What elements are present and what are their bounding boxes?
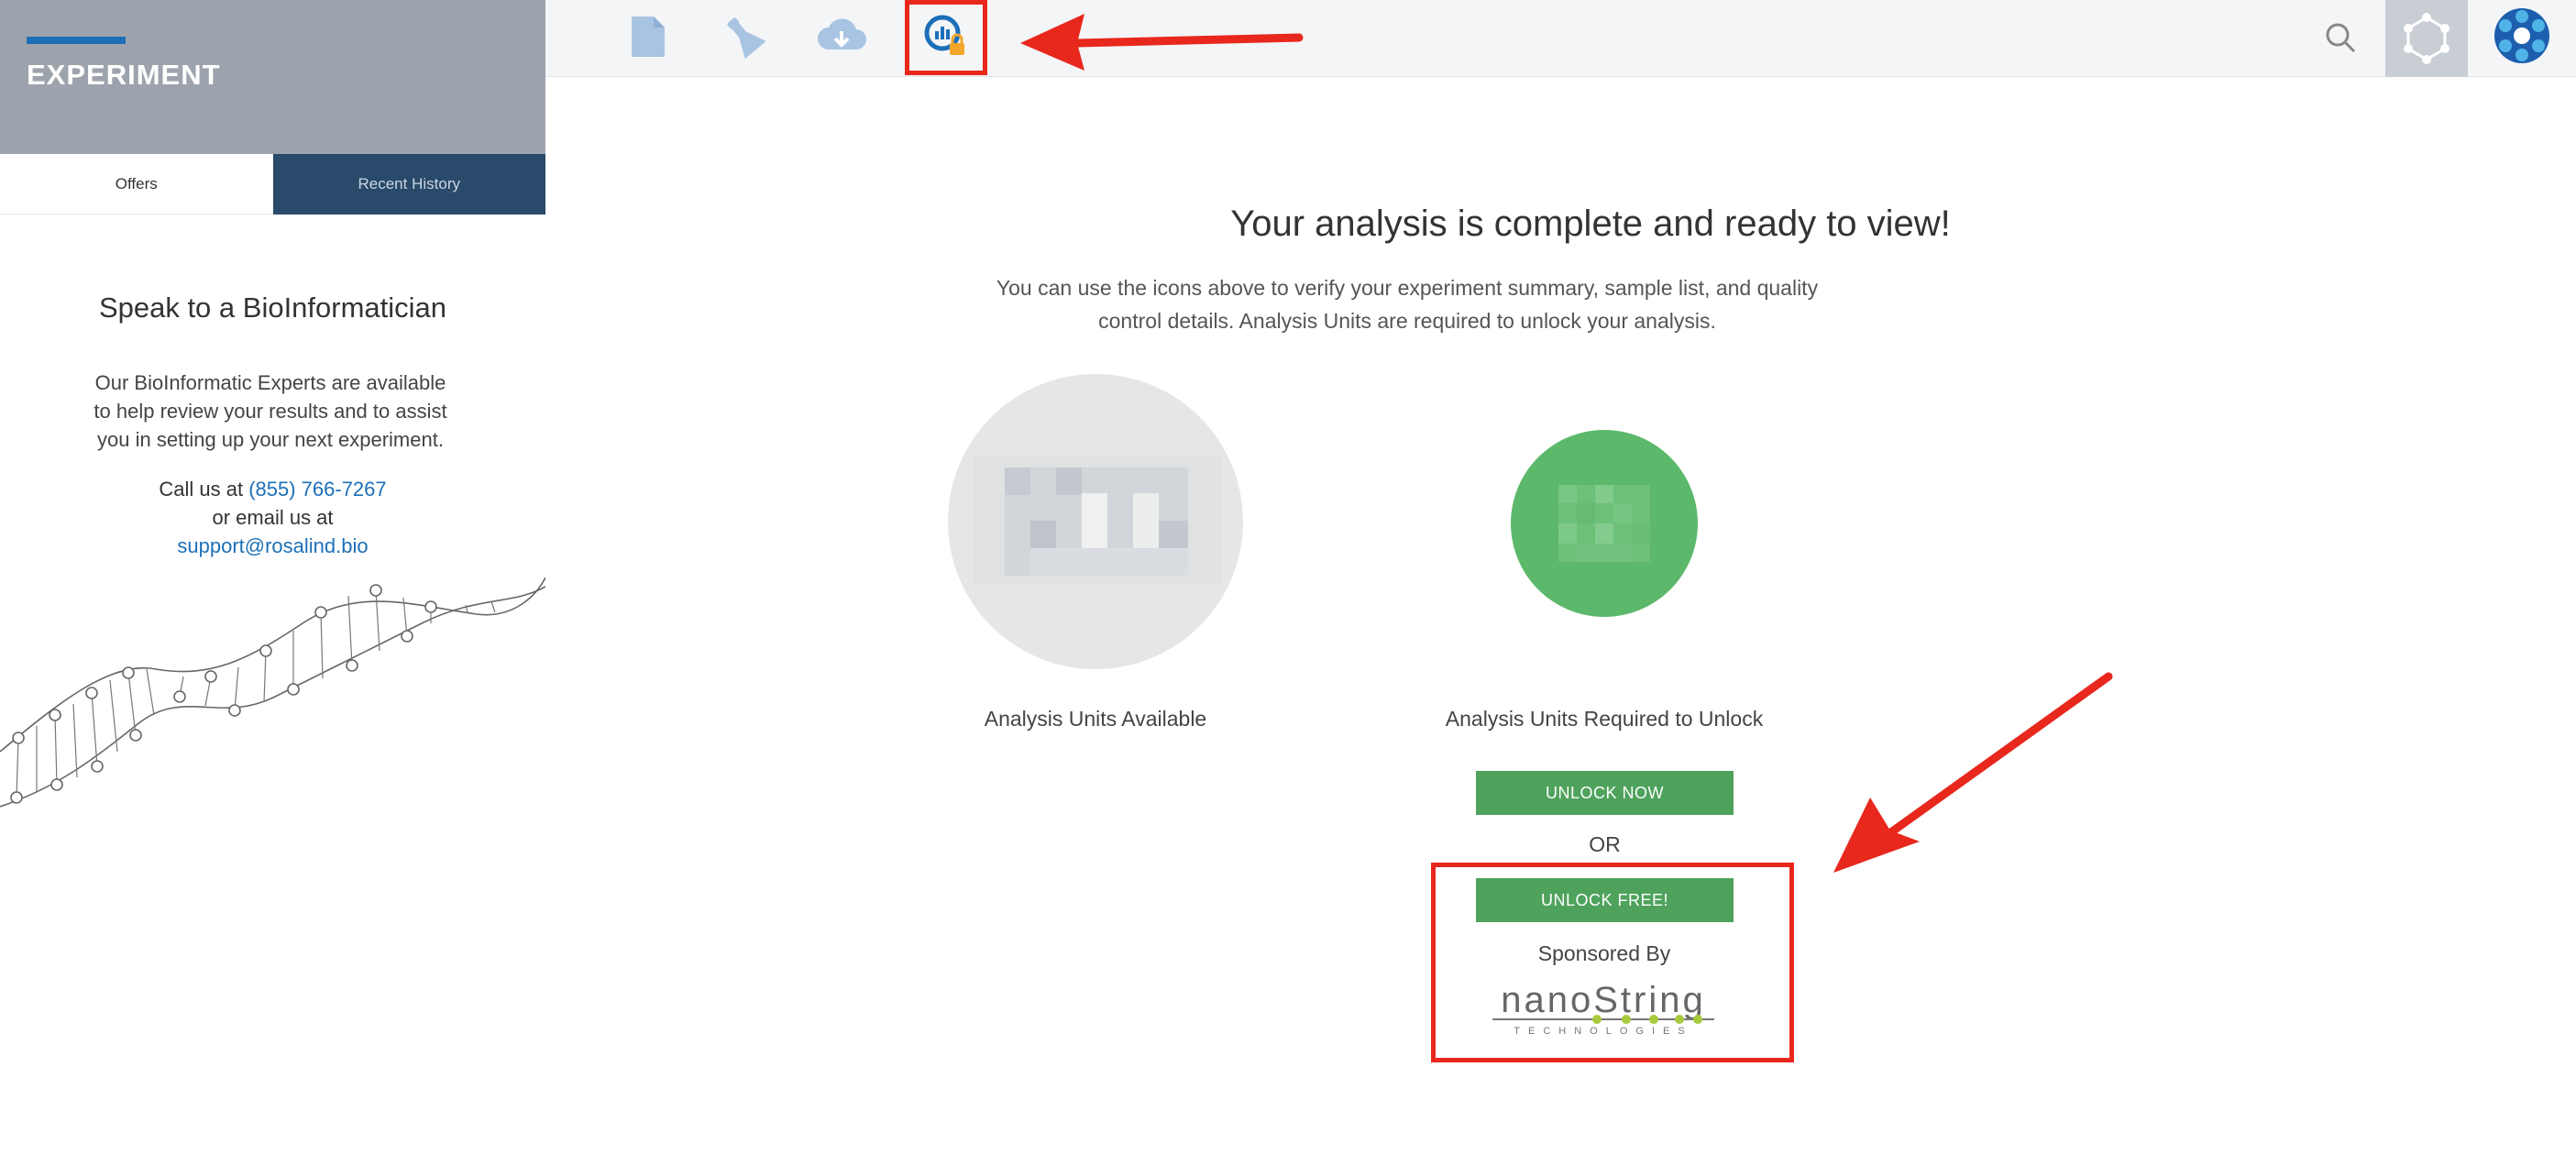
call-prefix: Call us at	[159, 478, 244, 500]
sidebar-header: EXPERIMENT	[0, 0, 545, 154]
settings-button[interactable]	[2385, 0, 2468, 77]
experts-description: Our BioInformatic Experts are available …	[94, 371, 447, 451]
units-required-label: Analysis Units Required to Unlock	[1445, 707, 1764, 731]
tab-recent-history[interactable]: Recent History	[272, 154, 545, 214]
unlock-free-button[interactable]: UNLOCK FREE!	[1476, 878, 1734, 922]
unlock-now-button[interactable]: UNLOCK NOW	[1476, 771, 1734, 815]
annotation-arrow-bottom	[1833, 672, 2113, 873]
or-separator: OR	[1589, 832, 1621, 856]
email-prefix: or email us at	[212, 506, 334, 529]
sidebar-tabs: Offers Recent History	[0, 154, 545, 214]
sidebar-title: EXPERIMENT	[27, 59, 221, 91]
sponsored-by-label: Sponsored By	[1537, 941, 1671, 965]
units-available-label: Analysis Units Available	[984, 707, 1207, 731]
top-toolbar	[545, 0, 2576, 77]
cloud-download-icon[interactable]	[816, 11, 867, 62]
email-link[interactable]: support@rosalind.bio	[0, 532, 545, 560]
network-settings-icon	[2404, 13, 2449, 64]
document-icon[interactable]	[622, 11, 673, 62]
contact-info: Call us at (855) 766-7267 or email us at…	[0, 475, 545, 560]
annotation-arrow-top	[1020, 14, 1304, 71]
page-description: You can use the icons above to verify yo…	[996, 276, 1819, 333]
analysis-locked-icon[interactable]	[920, 11, 972, 62]
call-line: Call us at (855) 766-7267	[0, 475, 545, 503]
page: EXPERIMENT Offers Recent History Speak t…	[0, 0, 2576, 1166]
brand-logo-icon[interactable]	[2492, 6, 2552, 66]
speak-heading: Speak to a BioInformatician	[98, 292, 447, 324]
sponsor-name: nanoString	[1501, 981, 1705, 1020]
dna-helix-illustration	[0, 577, 545, 808]
header-accent-bar	[27, 37, 126, 44]
phone-link[interactable]: (855) 766-7267	[248, 478, 386, 500]
sidebar: EXPERIMENT Offers Recent History Speak t…	[0, 0, 545, 1166]
units-available-badge	[948, 374, 1243, 669]
flask-icon[interactable]	[719, 11, 770, 62]
nanostring-logo[interactable]: nanoString TECHNOLOGIES	[1489, 981, 1718, 1038]
sponsor-subtitle: TECHNOLOGIES	[1514, 1026, 1692, 1037]
tab-offers[interactable]: Offers	[0, 154, 273, 214]
search-icon[interactable]	[2319, 16, 2363, 60]
units-required-badge	[1511, 430, 1698, 617]
page-title: Your analysis is complete and ready to v…	[1230, 204, 1951, 244]
